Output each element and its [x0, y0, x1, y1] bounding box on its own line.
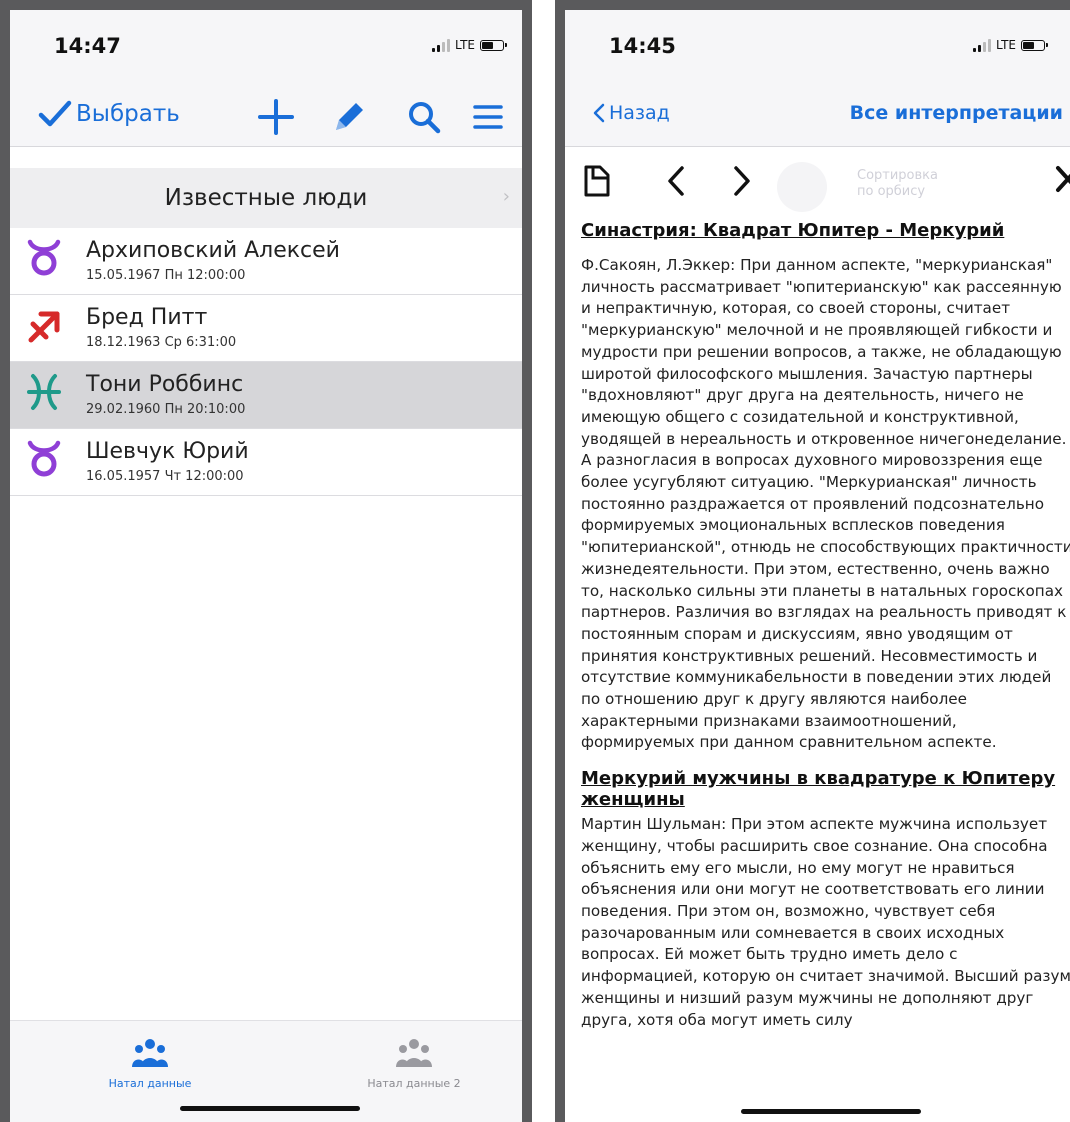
back-button[interactable]: Назад [593, 102, 670, 124]
taurus-icon [27, 440, 61, 477]
menu-icon[interactable] [470, 98, 506, 136]
person-birth-date: 18.12.1963 Ср 6:31:00 [86, 335, 237, 350]
person-birth-date: 16.05.1957 Чт 12:00:00 [86, 469, 244, 484]
person-row-selected[interactable]: Тони Роббинс 29.02.1960 Пн 20:10:00 [10, 362, 522, 429]
interpretation-body: Мартин Шульман: При этом аспекте мужчина… [581, 815, 1070, 1029]
tab-natal-data-2[interactable]: Натал данные 2 [334, 1037, 494, 1090]
status-indicators: LTE [432, 38, 507, 52]
interpretations-content: Синастрия: Квадрат Юпитер - Меркурий Ф.С… [581, 220, 1070, 1031]
navigation-bar: Выбрать [10, 90, 522, 147]
home-indicator [180, 1106, 360, 1111]
right-phone-screen: 14:45 LTE Назад Все интерпретации Сортир… [555, 0, 1070, 1122]
person-row[interactable]: Архиповский Алексей 15.05.1967 Пн 12:00:… [10, 228, 522, 295]
chevron-right-icon: › [502, 186, 510, 207]
tab-label: Натал данные [108, 1077, 192, 1090]
section-title: Известные люди [164, 185, 368, 211]
person-name: Архиповский Алексей [86, 238, 340, 263]
copy-icon[interactable] [583, 164, 613, 198]
interpretation-title[interactable]: Меркурий мужчины в квадратуре к Юпитеру … [581, 768, 1070, 810]
person-row[interactable]: Шевчук Юрий 16.05.1957 Чт 12:00:00 [10, 429, 522, 496]
interpretation-title[interactable]: Синастрия: Квадрат Юпитер - Меркурий [581, 220, 1070, 241]
taurus-icon [27, 239, 61, 276]
status-indicators: LTE [973, 38, 1048, 52]
sort-toggle[interactable] [777, 162, 827, 212]
chevron-left-icon [593, 103, 605, 123]
home-indicator [741, 1109, 921, 1114]
network-label: LTE [996, 38, 1016, 52]
search-icon[interactable] [406, 98, 442, 136]
network-label: LTE [455, 38, 475, 52]
person-name: Тони Роббинс [86, 372, 244, 397]
navigation-bar: Назад Все интерпретации [565, 90, 1070, 147]
next-arrow-icon[interactable] [731, 164, 753, 198]
people-group-icon [132, 1039, 168, 1067]
close-icon[interactable] [1055, 164, 1070, 194]
person-birth-date: 15.05.1967 Пн 12:00:00 [86, 268, 246, 283]
person-list: Архиповский Алексей 15.05.1967 Пн 12:00:… [10, 228, 522, 496]
person-name: Бред Питт [86, 305, 208, 330]
status-bar: 14:47 LTE [10, 10, 522, 90]
famous-people-section[interactable]: Известные люди › [10, 168, 522, 228]
signal-icon [432, 38, 451, 52]
status-bar: 14:45 LTE [565, 10, 1070, 90]
checkmark-icon [38, 100, 72, 127]
left-phone-screen: 14:47 LTE Выбрать Известные люди › Архип… [0, 0, 532, 1122]
signal-icon [973, 38, 992, 52]
pisces-icon [27, 374, 61, 410]
status-time: 14:47 [54, 34, 121, 58]
edit-pencil-icon[interactable] [330, 98, 366, 136]
all-interpretations-button[interactable]: Все интерпретации [850, 102, 1063, 124]
person-name: Шевчук Юрий [86, 439, 249, 464]
tab-bar: Натал данные Натал данные 2 [10, 1020, 522, 1122]
previous-arrow-icon[interactable] [665, 164, 687, 198]
back-label: Назад [609, 102, 670, 124]
interpretation-body: Ф.Сакоян, Л.Эккер: При данном аспекте, "… [581, 256, 1070, 752]
sagittarius-icon [28, 311, 60, 343]
status-time: 14:45 [609, 34, 676, 58]
sort-by-orb-label: Сортировка по орбису [857, 168, 938, 199]
select-label: Выбрать [76, 101, 180, 127]
tab-natal-data[interactable]: Натал данные [70, 1037, 230, 1090]
select-button[interactable]: Выбрать [38, 100, 180, 128]
interpretation-toolbar: Сортировка по орбису [565, 146, 1070, 216]
person-row[interactable]: Бред Питт 18.12.1963 Ср 6:31:00 [10, 295, 522, 362]
people-group-icon [396, 1039, 432, 1067]
battery-icon [1021, 39, 1048, 51]
person-birth-date: 29.02.1960 Пн 20:10:00 [86, 402, 246, 417]
add-icon[interactable] [258, 98, 294, 136]
battery-icon [480, 39, 507, 51]
tab-label: Натал данные 2 [367, 1077, 461, 1090]
